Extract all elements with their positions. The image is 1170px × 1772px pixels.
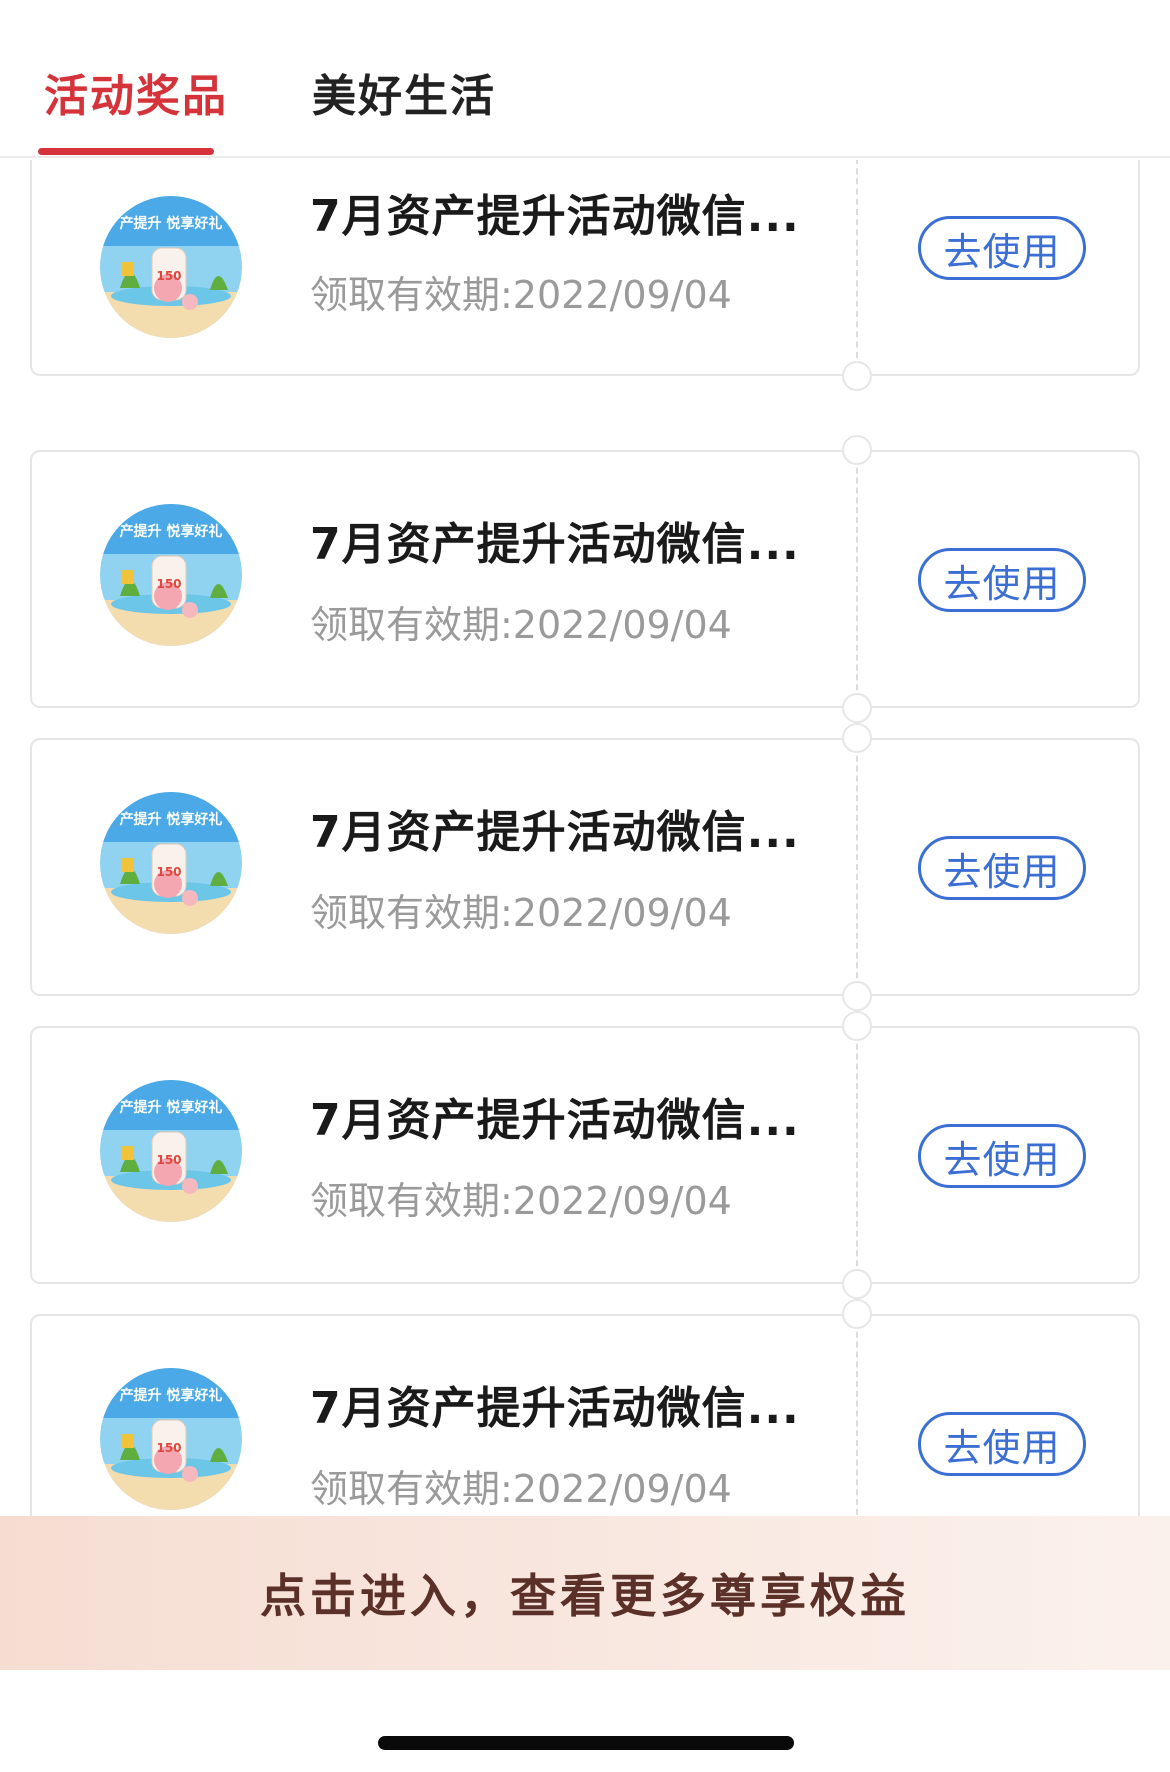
card-notch (842, 1299, 872, 1329)
svg-text:150: 150 (156, 269, 181, 283)
card-dashed-divider (856, 1322, 858, 1516)
svg-text:产提升 悦享好礼: 产提升 悦享好礼 (120, 1387, 223, 1404)
card-dashed-divider (856, 1034, 858, 1276)
use-coupon-button[interactable]: 去使用 (918, 216, 1086, 280)
card-notch (842, 693, 872, 723)
svg-text:150: 150 (156, 1153, 181, 1167)
coupon-title: 7月资产提升活动微信... (310, 191, 800, 242)
card-notch (842, 723, 872, 753)
page: 活动奖品 美好生活 产提升 悦享好礼 150 7月资产提升活动微信... 领取有… (0, 0, 1170, 1772)
coupon-validity: 领取有效期:2022/09/04 (310, 1467, 732, 1511)
svg-text:产提升 悦享好礼: 产提升 悦享好礼 (120, 523, 223, 540)
svg-text:产提升 悦享好礼: 产提升 悦享好礼 (120, 1099, 223, 1116)
use-coupon-button[interactable]: 去使用 (918, 1124, 1086, 1188)
coupon-card[interactable]: 产提升 悦享好礼 150 7月资产提升活动微信... 领取有效期:2022/09… (30, 160, 1140, 391)
coupon-validity: 领取有效期:2022/09/04 (310, 891, 732, 935)
card-notch (842, 361, 872, 391)
coupon-validity: 领取有效期:2022/09/04 (310, 1179, 732, 1223)
coupon-title: 7月资产提升活动微信... (310, 519, 800, 570)
use-coupon-button[interactable]: 去使用 (918, 1412, 1086, 1476)
coupon-card[interactable]: 产提升 悦享好礼 150 7月资产提升活动微信... 领取有效期:2022/09… (30, 435, 1140, 723)
card-notch (842, 1269, 872, 1299)
coupon-validity: 领取有效期:2022/09/04 (310, 603, 732, 647)
card-notch (842, 1011, 872, 1041)
coupon-title: 7月资产提升活动微信... (310, 1095, 800, 1146)
card-notch (842, 981, 872, 1011)
svg-text:产提升 悦享好礼: 产提升 悦享好礼 (120, 811, 223, 828)
more-benefits-label: 点击进入，查看更多尊享权益 (260, 1569, 910, 1623)
tab-activity-prizes[interactable]: 活动奖品 (44, 60, 228, 124)
tab-bar: 活动奖品 美好生活 (0, 0, 1170, 158)
svg-text:产提升 悦享好礼: 产提升 悦享好礼 (120, 215, 223, 232)
coupon-thumbnail-image: 产提升 悦享好礼 150 (100, 196, 242, 338)
more-benefits-banner[interactable]: 点击进入，查看更多尊享权益 (0, 1516, 1170, 1670)
svg-text:150: 150 (156, 577, 181, 591)
svg-text:150: 150 (156, 865, 181, 879)
active-tab-indicator (38, 148, 214, 155)
coupon-card[interactable]: 产提升 悦享好礼 150 7月资产提升活动微信... 领取有效期:2022/09… (30, 1011, 1140, 1299)
coupon-card[interactable]: 产提升 悦享好礼 150 7月资产提升活动微信... 领取有效期:2022/09… (30, 1299, 1140, 1516)
coupon-thumbnail-image: 产提升 悦享好礼 150 (100, 1080, 242, 1222)
coupon-card[interactable]: 产提升 悦享好礼 150 7月资产提升活动微信... 领取有效期:2022/09… (30, 723, 1140, 1011)
coupon-list[interactable]: 产提升 悦享好礼 150 7月资产提升活动微信... 领取有效期:2022/09… (0, 160, 1170, 1516)
coupon-title: 7月资产提升活动微信... (310, 1383, 800, 1434)
card-dashed-divider (856, 746, 858, 988)
home-indicator[interactable] (378, 1736, 794, 1750)
coupon-thumbnail-image: 产提升 悦享好礼 150 (100, 792, 242, 934)
coupon-thumbnail-image: 产提升 悦享好礼 150 (100, 1368, 242, 1510)
card-dashed-divider (856, 458, 858, 700)
use-coupon-button[interactable]: 去使用 (918, 548, 1086, 612)
coupon-thumbnail-image: 产提升 悦享好礼 150 (100, 504, 242, 646)
use-coupon-button[interactable]: 去使用 (918, 836, 1086, 900)
card-notch (842, 435, 872, 465)
svg-text:150: 150 (156, 1441, 181, 1455)
coupon-validity: 领取有效期:2022/09/04 (310, 273, 732, 317)
tab-good-life[interactable]: 美好生活 (312, 60, 496, 124)
card-dashed-divider (856, 160, 858, 368)
coupon-title: 7月资产提升活动微信... (310, 807, 800, 858)
